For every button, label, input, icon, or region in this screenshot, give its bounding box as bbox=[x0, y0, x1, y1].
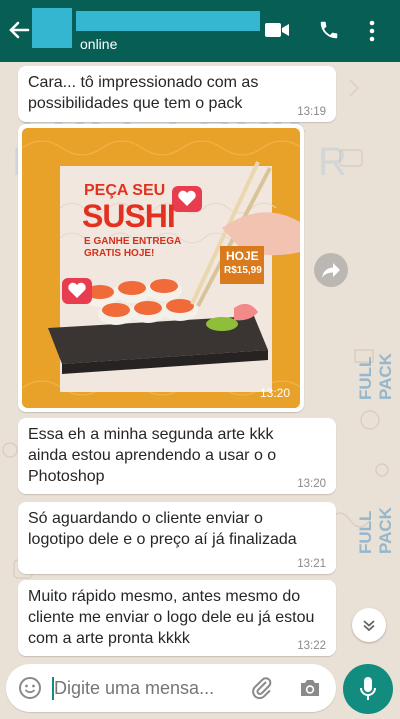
message-bubble[interactable]: Muito rápido mesmo, antes mesmo do clien… bbox=[18, 580, 336, 656]
more-options-icon[interactable] bbox=[368, 20, 376, 47]
contact-name-redacted[interactable] bbox=[76, 11, 260, 31]
message-time: 13:19 bbox=[297, 106, 326, 118]
ad-offer-2: GRATIS HOJE! bbox=[84, 248, 155, 259]
forward-icon bbox=[321, 261, 341, 284]
message-time: 13:20 bbox=[259, 386, 290, 400]
ad-offer-1: E GANHE ENTREGA bbox=[84, 236, 182, 247]
chevron-down-icon bbox=[361, 617, 377, 638]
mic-icon bbox=[359, 676, 377, 707]
message-text: Essa eh a minha segunda arte kkk ainda e… bbox=[28, 426, 277, 485]
message-text: Cara... tô impressionado com as possibil… bbox=[28, 74, 259, 112]
forward-button[interactable] bbox=[314, 253, 348, 287]
chat-header: online bbox=[0, 0, 400, 62]
message-time: 13:20 bbox=[297, 478, 326, 490]
contact-avatar-redacted[interactable] bbox=[32, 8, 72, 48]
back-arrow-icon[interactable] bbox=[6, 16, 32, 44]
mic-button[interactable] bbox=[343, 664, 393, 714]
ad-price-label: HOJE bbox=[226, 249, 259, 263]
video-call-icon[interactable] bbox=[264, 19, 290, 46]
attach-icon[interactable] bbox=[250, 676, 274, 705]
message-text: Só aguardando o cliente enviar o logotip… bbox=[28, 510, 297, 548]
message-text: Muito rápido mesmo, antes mesmo do clien… bbox=[28, 588, 315, 647]
message-bubble[interactable]: Só aguardando o cliente enviar o logotip… bbox=[18, 502, 336, 574]
message-time: 13:21 bbox=[297, 558, 326, 570]
ad-headline-2: SUSHI bbox=[82, 198, 176, 234]
message-input[interactable] bbox=[54, 678, 234, 699]
message-bubble[interactable]: Essa eh a minha segunda arte kkk ainda e… bbox=[18, 418, 336, 494]
emoji-icon[interactable] bbox=[18, 676, 42, 705]
contact-status: online bbox=[80, 36, 118, 52]
phone-icon[interactable] bbox=[318, 19, 340, 46]
camera-icon[interactable] bbox=[298, 677, 322, 704]
scroll-to-bottom-button[interactable] bbox=[352, 608, 386, 642]
message-time: 13:22 bbox=[297, 640, 326, 652]
image-message-bubble[interactable]: PEÇA SEU SUSHI E GANHE ENTREGA GRATIS HO… bbox=[18, 124, 304, 412]
sushi-ad-image[interactable]: PEÇA SEU SUSHI E GANHE ENTREGA GRATIS HO… bbox=[22, 128, 300, 408]
message-bubble[interactable]: Cara... tô impressionado com as possibil… bbox=[18, 66, 336, 122]
ad-price: R$15,99 bbox=[224, 265, 262, 276]
message-composer[interactable] bbox=[6, 664, 336, 712]
